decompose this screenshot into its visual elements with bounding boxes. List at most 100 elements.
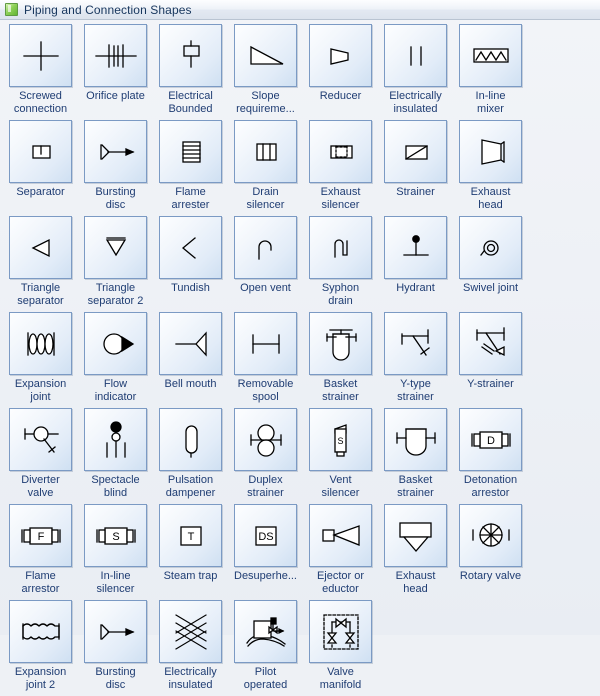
removable-spool-icon[interactable] [234, 312, 297, 375]
lettered-inline-icon[interactable]: S [84, 504, 147, 567]
lettered-inline-icon[interactable]: F [9, 504, 72, 567]
bell-mouth-icon[interactable] [159, 312, 222, 375]
shape-cell-bursting-disc-2[interactable]: Bursting disc [78, 600, 153, 692]
shape-cell-pilot-operated[interactable]: Pilot operated [228, 600, 303, 692]
shape-cell-exhaust-silencer[interactable]: Exhaust silencer [303, 120, 378, 212]
triangle-left-icon[interactable] [9, 216, 72, 279]
exhaust-head-box-icon[interactable] [384, 504, 447, 567]
shape-cell-y-type-strainer[interactable]: Y-type strainer [378, 312, 453, 404]
shape-cell-expansion-joint-2[interactable]: Expansion joint 2 [3, 600, 78, 692]
pulsation-dampener-icon[interactable] [159, 408, 222, 471]
shape-label-line: Detonation [463, 474, 518, 486]
shape-cell-steam-trap[interactable]: T Steam trap [153, 504, 228, 596]
shape-cell-removable-spool[interactable]: Removable spool [228, 312, 303, 404]
shape-cell-y-strainer[interactable]: Y-strainer [453, 312, 528, 404]
shape-cell-drain-silencer[interactable]: Drain silencer [228, 120, 303, 212]
cross-icon[interactable] [9, 24, 72, 87]
shape-cell-electrically-insulated[interactable]: Electrically insulated [378, 24, 453, 116]
shape-cell-screwed-connection[interactable]: Screwed connection [3, 24, 78, 116]
duplex-strainer-icon[interactable] [234, 408, 297, 471]
y-type-strainer-icon[interactable] [384, 312, 447, 375]
shape-cell-orifice-plate[interactable]: Orifice plate [78, 24, 153, 116]
basket-strainer-1-icon[interactable] [309, 312, 372, 375]
bursting-disc-icon[interactable] [84, 120, 147, 183]
drain-silencer-icon[interactable] [234, 120, 297, 183]
shape-cell-bursting-disc[interactable]: Bursting disc [78, 120, 153, 212]
chevron-left-icon[interactable] [159, 216, 222, 279]
rotary-valve-icon[interactable] [459, 504, 522, 567]
basket-strainer-2-icon[interactable] [384, 408, 447, 471]
shape-cell-exhaust-head[interactable]: Exhaust head [453, 120, 528, 212]
shape-cell-swivel-joint[interactable]: Swivel joint [453, 216, 528, 308]
shape-cell-reducer[interactable]: Reducer [303, 24, 378, 116]
swivel-joint-icon[interactable] [459, 216, 522, 279]
shape-cell-in-line-silencer[interactable]: S In-line silencer [78, 504, 153, 596]
open-vent-icon[interactable] [234, 216, 297, 279]
expansion-joint-icon[interactable] [9, 312, 72, 375]
crosshatch-icon[interactable] [159, 600, 222, 663]
shape-label: Valve manifold [304, 666, 378, 692]
shape-cell-basket-strainer[interactable]: Basket strainer [303, 312, 378, 404]
valve-manifold-icon[interactable] [309, 600, 372, 663]
shape-cell-syphon-drain[interactable]: Syphon drain [303, 216, 378, 308]
spectacle-blind-icon[interactable] [84, 408, 147, 471]
shape-cell-valve-manifold[interactable]: Valve manifold [303, 600, 378, 692]
shape-cell-flame-arrester[interactable]: Flame arrester [153, 120, 228, 212]
diverter-valve-icon[interactable] [9, 408, 72, 471]
shape-cell-detonation-arrestor[interactable]: D Detonation arrestor [453, 408, 528, 500]
shape-cell-ejector-or-eductor[interactable]: Ejector or eductor [303, 504, 378, 596]
shape-cell-triangle-separator[interactable]: Triangle separator [3, 216, 78, 308]
inline-mixer-icon[interactable] [459, 24, 522, 87]
expansion-joint-2-icon[interactable] [9, 600, 72, 663]
reducer-icon[interactable] [309, 24, 372, 87]
shape-cell-spectacle-blind[interactable]: Spectacle blind [78, 408, 153, 500]
shape-label-line: dampener [165, 487, 216, 499]
pilot-operated-icon[interactable] [234, 600, 297, 663]
flow-indicator-icon[interactable] [84, 312, 147, 375]
exhaust-silencer-icon[interactable] [309, 120, 372, 183]
shape-cell-electrical-bounded[interactable]: Electrical Bounded [153, 24, 228, 116]
shape-cell-hydrant[interactable]: Hydrant [378, 216, 453, 308]
syphon-drain-icon[interactable] [309, 216, 372, 279]
two-bars-icon[interactable] [384, 24, 447, 87]
shape-cell-open-vent[interactable]: Open vent [228, 216, 303, 308]
vent-silencer-icon[interactable]: S [309, 408, 372, 471]
hydrant-icon[interactable] [384, 216, 447, 279]
shape-cell-rotary-valve[interactable]: Rotary valve [453, 504, 528, 596]
shape-label: Bell mouth [154, 378, 228, 391]
ejector-icon[interactable] [309, 504, 372, 567]
exhaust-head-cone-icon[interactable] [459, 120, 522, 183]
shape-cell-separator[interactable]: Separator [3, 120, 78, 212]
orifice-plate-icon[interactable] [84, 24, 147, 87]
shape-cell-in-line-mixer[interactable]: In-line mixer [453, 24, 528, 116]
shape-cell-pulsation-dampener[interactable]: Pulsation dampener [153, 408, 228, 500]
shape-cell-duplex-strainer[interactable]: Duplex strainer [228, 408, 303, 500]
shape-cell-tundish[interactable]: Tundish [153, 216, 228, 308]
strainer-icon[interactable] [384, 120, 447, 183]
shape-cell-flow-indicator[interactable]: Flow indicator [78, 312, 153, 404]
shape-cell-exhaust-head-2[interactable]: Exhaust head [378, 504, 453, 596]
y-strainer-icon[interactable] [459, 312, 522, 375]
shape-cell-bell-mouth[interactable]: Bell mouth [153, 312, 228, 404]
bursting-disc-icon[interactable] [84, 600, 147, 663]
lettered-box-icon[interactable]: T [159, 504, 222, 567]
lettered-box-icon[interactable]: DS [234, 504, 297, 567]
triangle-down-icon[interactable] [84, 216, 147, 279]
shape-cell-desuperheater[interactable]: DS Desuperhe... [228, 504, 303, 596]
slope-icon[interactable] [234, 24, 297, 87]
lettered-inline-icon[interactable]: D [459, 408, 522, 471]
shape-cell-vent-silencer[interactable]: S Vent silencer [303, 408, 378, 500]
shape-cell-expansion-joint[interactable]: Expansion joint [3, 312, 78, 404]
flame-arrester-icon[interactable] [159, 120, 222, 183]
shape-cell-basket-strainer-2[interactable]: Basket strainer [378, 408, 453, 500]
shape-cell-triangle-separator-2[interactable]: Triangle separator 2 [78, 216, 153, 308]
shape-cell-electrically-insulated-2[interactable]: Electrically insulated [153, 600, 228, 692]
separator-icon[interactable] [9, 120, 72, 183]
shape-cell-flame-arrestor[interactable]: F Flame arrestor [3, 504, 78, 596]
shape-label: Open vent [229, 282, 303, 295]
shape-cell-slope-requirement[interactable]: Slope requireme... [228, 24, 303, 116]
electrical-bounded-icon[interactable] [159, 24, 222, 87]
shape-label-line: Drain [252, 186, 279, 198]
shape-cell-strainer[interactable]: Strainer [378, 120, 453, 212]
shape-cell-diverter-valve[interactable]: Diverter valve [3, 408, 78, 500]
